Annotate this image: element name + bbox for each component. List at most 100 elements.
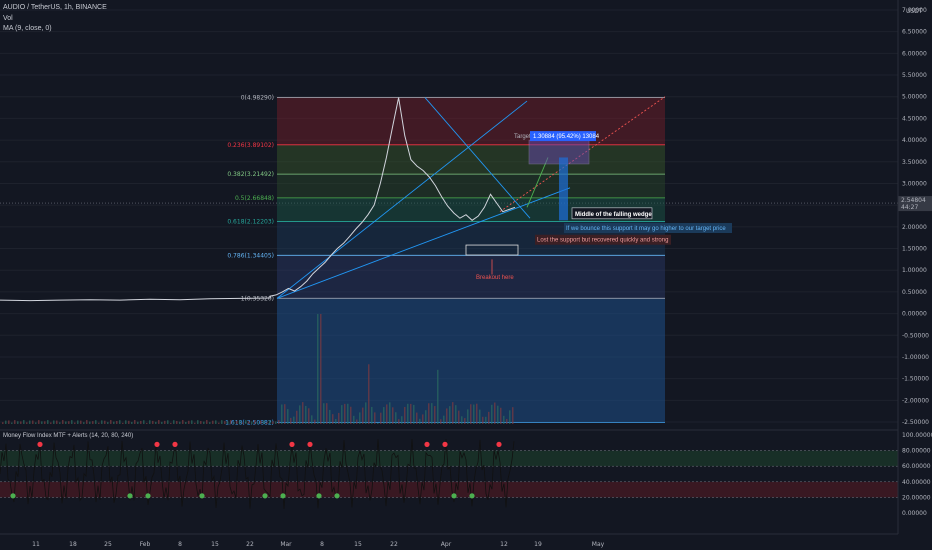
volume-bar bbox=[89, 421, 91, 424]
volume-bar bbox=[341, 405, 343, 424]
mfi-oversold-dot bbox=[262, 493, 268, 499]
time-tick-label: 18 bbox=[69, 541, 77, 548]
volume-bar bbox=[293, 416, 295, 424]
volume-bar bbox=[167, 420, 169, 424]
volume-bar bbox=[332, 414, 334, 424]
volume-bar bbox=[134, 420, 136, 424]
wedge-label: Middle of the falling wedge bbox=[575, 212, 652, 218]
fib-zone bbox=[277, 144, 665, 175]
volume-bar bbox=[425, 410, 427, 424]
volume-bar bbox=[467, 409, 469, 424]
volume-bar bbox=[233, 422, 235, 424]
volume-bar bbox=[104, 420, 106, 424]
time-tick-label: May bbox=[592, 541, 605, 548]
volume-bar bbox=[239, 420, 241, 424]
time-tick-label: 19 bbox=[534, 541, 542, 548]
volume-bar bbox=[2, 422, 4, 424]
price-tick-label: 1.00000 bbox=[902, 267, 927, 274]
fibonacci-retracement: 0(4.98290) 0.236(3.89102) 0.382(3.21492) 0.… bbox=[225, 94, 665, 426]
volume-bar bbox=[317, 314, 319, 424]
mfi-oversold-dot bbox=[10, 493, 16, 499]
price-chart[interactable]: 0(4.98290) 0.236(3.89102) 0.382(3.21492) 0.… bbox=[0, 0, 932, 550]
volume-bar bbox=[218, 422, 220, 424]
volume-bar bbox=[428, 403, 430, 424]
price-tick-label: 5.50000 bbox=[902, 72, 927, 79]
volume-bar bbox=[74, 422, 76, 424]
measure-bar bbox=[559, 157, 568, 221]
volume-bar bbox=[350, 406, 352, 424]
volume-bar bbox=[353, 415, 355, 424]
volume-bar bbox=[254, 420, 256, 424]
volume-bar bbox=[326, 403, 328, 424]
mfi-oversold-dot bbox=[199, 493, 205, 499]
volume-bar bbox=[227, 421, 229, 424]
volume-bar bbox=[296, 410, 298, 424]
volume-bar bbox=[179, 421, 181, 424]
volume-bar bbox=[209, 422, 211, 424]
price-tick-label: 0.00000 bbox=[902, 311, 927, 318]
mfi-overbought-dot bbox=[172, 441, 178, 447]
volume-bar bbox=[221, 420, 223, 424]
volume-bar bbox=[335, 419, 337, 424]
volume-bar bbox=[401, 416, 403, 424]
volume-bar bbox=[380, 412, 382, 424]
volume-bar bbox=[269, 420, 271, 424]
volume-bar bbox=[47, 420, 49, 424]
volume-bar bbox=[299, 405, 301, 424]
volume-bar bbox=[494, 402, 496, 424]
volume-bar bbox=[32, 420, 34, 424]
volume-bar bbox=[323, 403, 325, 424]
volume-bar bbox=[17, 421, 19, 424]
mfi-overbought-dot bbox=[424, 441, 430, 447]
volume-bar bbox=[41, 421, 43, 424]
volume-bar bbox=[206, 420, 208, 424]
mfi-oversold-dot bbox=[334, 493, 340, 499]
mfi-tick-label: 0.00000 bbox=[902, 510, 927, 517]
volume-bar bbox=[416, 412, 418, 424]
volume-bar bbox=[119, 420, 121, 424]
price-tick-label: -1.00000 bbox=[902, 354, 929, 361]
time-tick-label: Mar bbox=[280, 541, 292, 548]
volume-bar bbox=[101, 420, 103, 424]
mfi-oversold-dot bbox=[316, 493, 322, 499]
mfi-overbought-dot bbox=[37, 441, 43, 447]
volume-bar bbox=[260, 420, 262, 424]
fib-level-label: 0.618(2.12203) bbox=[227, 219, 274, 226]
volume-bar bbox=[359, 412, 361, 424]
volume-bar bbox=[59, 422, 61, 424]
fib-zone bbox=[277, 174, 665, 198]
current-price-value: 2.54804 bbox=[901, 197, 926, 204]
price-tick-label: 3.50000 bbox=[902, 159, 927, 166]
mfi-oversold-dot bbox=[469, 493, 475, 499]
time-tick-label: 15 bbox=[211, 541, 219, 548]
volume-bar bbox=[395, 412, 397, 424]
volume-bar bbox=[446, 408, 448, 424]
volume-bar bbox=[452, 402, 454, 424]
volume-bar bbox=[14, 420, 16, 424]
price-tick-label: 3.00000 bbox=[902, 180, 927, 187]
volume-bar bbox=[95, 420, 97, 424]
volume-bar bbox=[65, 421, 67, 424]
volume-bar bbox=[308, 408, 310, 424]
price-tick-label: 0.50000 bbox=[902, 289, 927, 296]
volume-bar bbox=[377, 422, 379, 424]
volume-bar bbox=[305, 405, 307, 424]
fib-level-label: 0.236(3.89102) bbox=[227, 142, 274, 149]
volume-bar bbox=[173, 420, 175, 424]
fib-level-label: 0.786(1.34405) bbox=[227, 252, 274, 259]
time-tick-label: Apr bbox=[441, 541, 452, 548]
volume-bar bbox=[473, 404, 475, 424]
time-tick-label: 25 bbox=[104, 541, 112, 548]
volume-bar bbox=[290, 417, 292, 424]
volume-bar bbox=[53, 420, 55, 424]
volume-bar bbox=[29, 420, 31, 424]
mfi-overbought-dot bbox=[496, 441, 502, 447]
volume-bar bbox=[26, 422, 28, 424]
breakout-label: Breakout here bbox=[476, 275, 514, 281]
volume-bar bbox=[434, 406, 436, 424]
volume-bar bbox=[191, 420, 193, 424]
volume-bar bbox=[443, 415, 445, 424]
volume-bar bbox=[8, 420, 10, 424]
volume-bar bbox=[62, 420, 64, 424]
volume-bar bbox=[488, 411, 490, 424]
